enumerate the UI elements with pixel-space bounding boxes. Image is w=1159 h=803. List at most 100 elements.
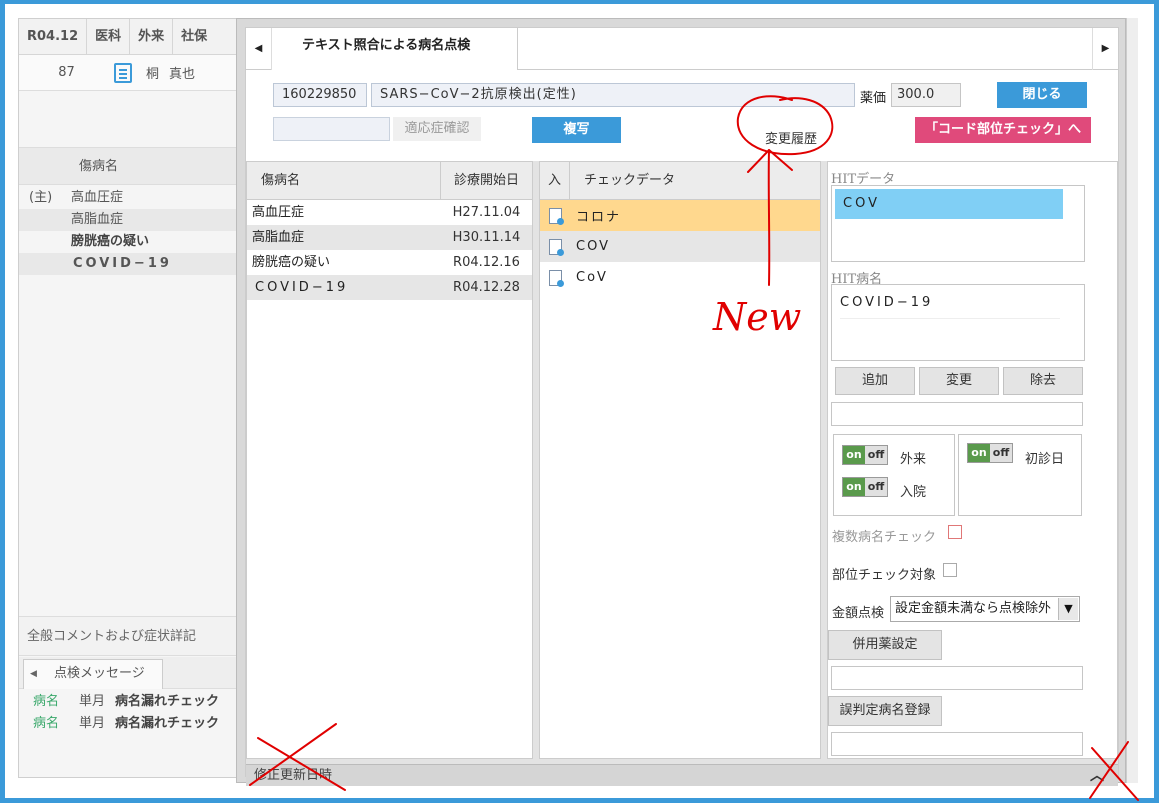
close-button[interactable]: 閉じる [997,82,1087,108]
tab-scroll-right-icon[interactable]: ▶ [1092,28,1118,70]
table-row[interactable]: COV [540,231,820,262]
multi-disease-check-label: 複数病名チェック [832,530,937,545]
col-disease-name[interactable]: 傷病名 [247,162,441,199]
dialog-content: ◀ テキスト照合による病名点検 ▶ 160229850 SARS−CoV−2抗原… [245,27,1119,786]
list-item[interactable]: 膀胱癌の疑い [19,231,245,253]
table-row[interactable]: CoV [540,262,820,293]
list-item[interactable]: 病名 単月 病名漏れチェック [19,713,245,735]
cell-date: R04.12.16 [453,255,520,270]
patient-given-name: 真也 [169,67,196,82]
patient-number: 87 [58,65,75,80]
footer-bar: 修正更新日時 ︿ [246,764,1118,786]
dialog-body: 傷病名 診療開始日 高血圧症 H27.11.04 高脂血症 H30.11.14 膀胱… [246,161,1118,765]
tab-check-messages[interactable]: ◀ 点検メッセージ [23,659,163,689]
hit-settings-pane: HITデータ COV HIT病名 COVID−19 追加 変更 除去 on off… [827,161,1118,759]
inpatient-toggle[interactable]: on off [842,477,888,497]
chevron-up-icon[interactable]: ︿ [1090,765,1104,787]
col-in[interactable]: 入 [540,162,570,199]
part-check-label: 部位チェック対象 [832,568,937,583]
toggle-on: on [843,446,865,464]
list-item[interactable]: COVID−19 [19,253,245,275]
list-item[interactable]: 病名 単月 病名漏れチェック [19,691,245,713]
message-list: 病名 単月 病名漏れチェック 病名 単月 病名漏れチェック [19,691,245,735]
header-type: 外来 [130,19,174,54]
tab-text-match-check[interactable]: テキスト照合による病名点検 [272,28,518,70]
concomitant-drug-button[interactable]: 併用薬設定 [828,630,942,660]
message-text: 病名漏れチェック [115,716,220,731]
inpatient-label: 入院 [900,485,927,500]
message-text: 病名漏れチェック [115,694,220,709]
multi-disease-checkbox[interactable] [948,525,962,539]
table-row[interactable]: 高脂血症 H30.11.14 [247,225,532,250]
indication-check-button[interactable]: 適応症確認 [393,117,481,141]
header-dept: 医科 [87,19,131,54]
patient-header: R04.12 医科 外来 社保 [19,19,245,55]
item-name-field[interactable]: SARS−CoV−2抗原検出(定性) [371,83,855,107]
table-row[interactable]: COVID−19 R04.12.28 [247,275,532,300]
cell-disease: 膀胱癌の疑い [252,255,331,270]
tab-label: 点検メッセージ [54,666,145,681]
cell-date: H30.11.14 [452,230,521,245]
add-button[interactable]: 追加 [835,367,915,395]
import-icon[interactable] [548,238,564,256]
message-kind: 病名 [33,694,60,709]
disease-name: 膀胱癌の疑い [71,234,150,249]
main-marker: (主) [29,190,53,205]
cell-check-text: CoV [576,270,608,285]
header-insurance: 社保 [181,29,208,44]
concomitant-input[interactable] [831,666,1083,690]
item-code-field[interactable]: 160229850 [273,83,367,107]
cell-disease: 高血圧症 [252,205,305,220]
disease-section-title: 傷病名 [19,147,245,185]
dialog-tabstrip: ◀ テキスト照合による病名点検 ▶ [246,28,1118,70]
part-check-checkbox[interactable] [943,563,957,577]
disease-name: 高脂血症 [71,212,124,227]
disease-name: 高血圧症 [71,190,124,205]
disease-grid: 傷病名 診療開始日 高血圧症 H27.11.04 高脂血症 H30.11.14 膀胱… [246,161,533,759]
cell-date: R04.12.28 [453,280,520,295]
import-icon[interactable] [548,207,564,225]
background-panel: R04.12 医科 外来 社保 87 桐 真也 傷病名 (主) 高血圧症 高脂血症… [18,18,245,778]
list-item[interactable]: (主) 高血圧症 [19,187,245,209]
chevron-down-icon[interactable]: ▼ [1058,598,1078,620]
hit-input[interactable] [831,402,1083,426]
amount-check-value: 設定金額未満なら点検除外 [895,601,1052,616]
hit-data-item[interactable]: COV [835,189,1063,219]
check-data-grid: 入 チェックデータ コロナ COV CoV [539,161,821,759]
toggle-on: on [843,478,865,496]
col-check-data[interactable]: チェックデータ [570,162,820,199]
list-item[interactable]: 高脂血症 [19,209,245,231]
tab-left-arrow-icon[interactable]: ◀ [30,660,37,688]
page-scrollbar[interactable] [1126,18,1138,783]
col-start-date[interactable]: 診療開始日 [441,162,532,199]
table-row[interactable]: コロナ [540,200,820,231]
misjudge-register-button[interactable]: 誤判定病名登録 [828,696,942,726]
remove-button[interactable]: 除去 [1003,367,1083,395]
toggle-off: off [990,444,1012,462]
first-visit-box: on off 初診日 [958,434,1082,516]
code-part-check-button[interactable]: 「コード部位チェック」へ [915,117,1091,143]
first-visit-toggle[interactable]: on off [967,443,1013,463]
change-history-link[interactable]: 変更履歴 [765,128,817,147]
hit-name-item[interactable]: COVID−19 [840,291,1060,319]
hit-data-list[interactable]: COV [831,185,1085,262]
misjudge-input[interactable] [831,732,1083,756]
outpatient-toggle[interactable]: on off [842,445,888,465]
hit-name-list[interactable]: COVID−19 [831,284,1085,361]
first-visit-label: 初診日 [1025,452,1065,467]
change-button[interactable]: 変更 [919,367,999,395]
amount-check-select[interactable]: 設定金額未満なら点検除外 ▼ [890,596,1080,622]
document-icon[interactable] [114,62,132,83]
comment-section-title[interactable]: 全般コメントおよび症状詳記 [19,616,245,656]
disease-check-dialog: ◀ テキスト照合による病名点検 ▶ 160229850 SARS−CoV−2抗原… [236,18,1126,786]
cell-disease: 高脂血症 [252,230,305,245]
table-row[interactable]: 膀胱癌の疑い R04.12.16 [247,250,532,275]
update-time-label: 修正更新日時 [254,768,333,783]
patient-row[interactable]: 87 桐 真也 [19,55,245,91]
indication-input[interactable] [273,117,390,141]
import-icon[interactable] [548,269,564,287]
price-field[interactable]: 300.0 [891,83,961,107]
tab-scroll-left-icon[interactable]: ◀ [246,28,272,70]
table-row[interactable]: 高血圧症 H27.11.04 [247,200,532,225]
copy-button[interactable]: 複写 [532,117,621,143]
